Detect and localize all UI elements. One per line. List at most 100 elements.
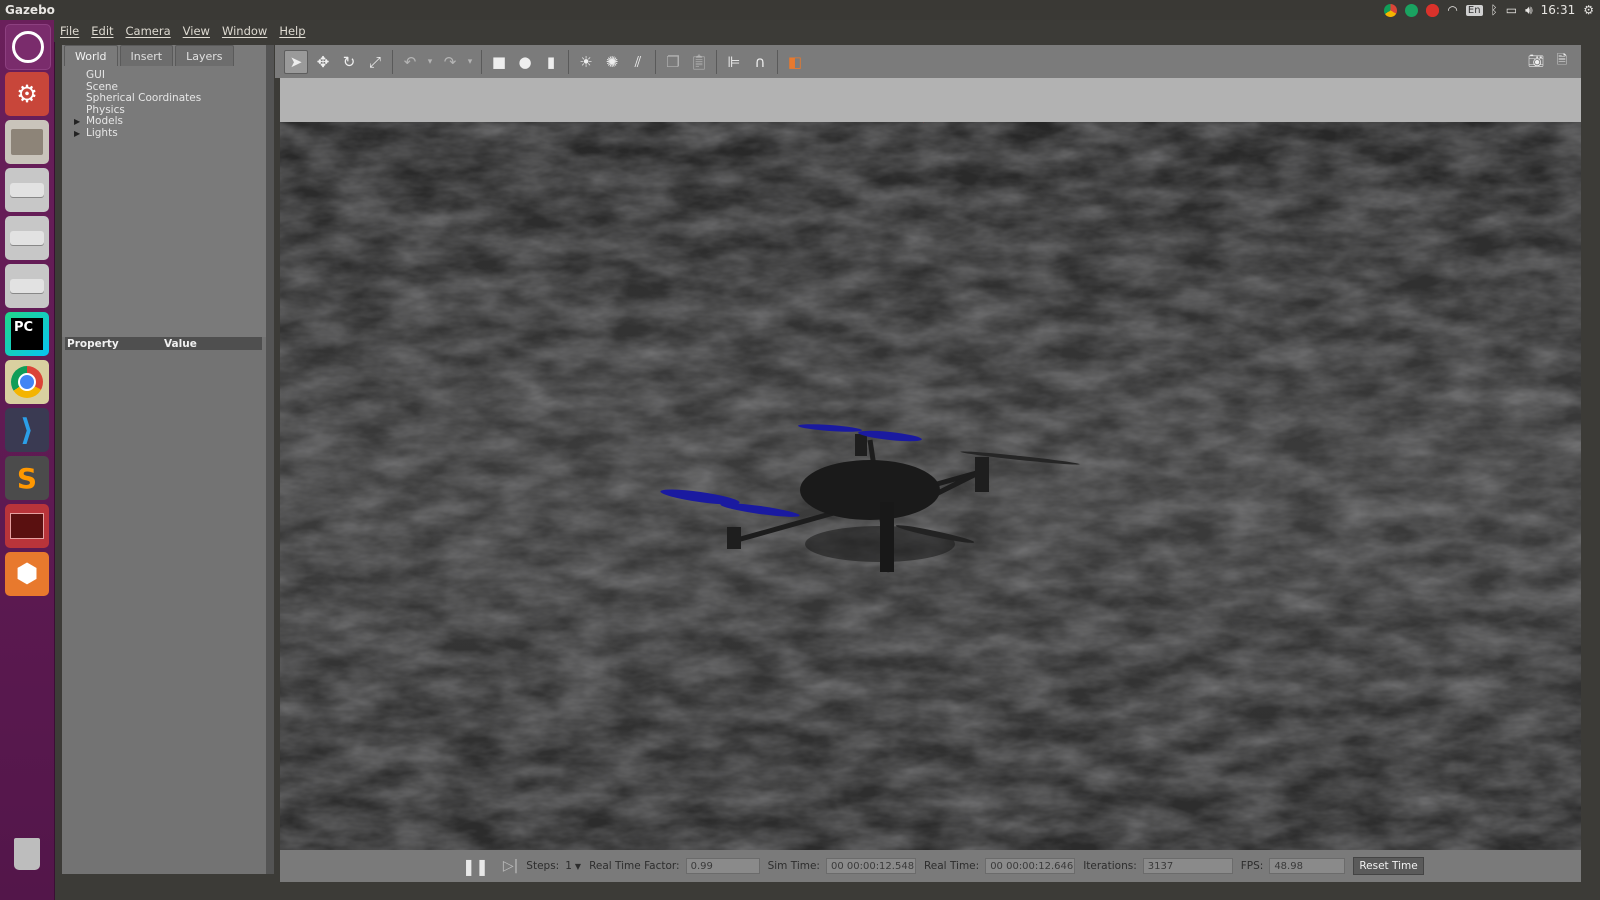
toolbar-separator (568, 49, 569, 74)
files-icon[interactable] (5, 120, 49, 164)
left-panel: World Insert Layers GUI Scene Spherical … (62, 45, 266, 874)
toolbar-separator (777, 49, 778, 74)
chrome-tray-icon[interactable] (1384, 3, 1398, 17)
tab-world[interactable]: World (64, 45, 118, 66)
reset-time-button[interactable]: Reset Time (1353, 857, 1424, 875)
snap-magnet-icon[interactable]: ∩ (749, 51, 771, 73)
menu-file[interactable]: File (60, 24, 79, 38)
undo-icon[interactable]: ↶ (399, 51, 421, 73)
pycharm-icon[interactable]: PC (5, 312, 49, 356)
sphere-shape-icon[interactable]: ● (514, 51, 536, 73)
expand-arrow-icon[interactable]: ▶ (74, 128, 80, 140)
steps-dropdown-icon[interactable]: ▼ (575, 862, 581, 871)
scene-toolbar: ➤ ✥ ↻ ⤢ ↶ ▾ ↷ ▾ ■ ● ▮ ☀ ✺ ⫽ ❐ 📋︎ ⊫ ∩ ◧ 📷… (275, 45, 1581, 78)
time-panel: ❚❚ ▷| Steps: 1 ▼ Real Time Factor: 0.99 … (280, 850, 1581, 882)
window-right-edge (1581, 45, 1600, 900)
expand-arrow-icon[interactable]: ▶ (74, 116, 80, 128)
panel-tabs: World Insert Layers (62, 45, 234, 67)
pause-icon[interactable]: ❚❚ (462, 857, 489, 876)
log-record-icon[interactable]: 🗎 (1551, 51, 1573, 73)
redo-dropdown-icon[interactable]: ▾ (465, 51, 475, 73)
tree-item-lights[interactable]: ▶ Lights (72, 126, 201, 140)
iterations-label: Iterations: (1083, 860, 1137, 872)
real-time-factor-value: 0.99 (685, 858, 760, 874)
tab-insert[interactable]: Insert (119, 45, 174, 66)
property-column-header[interactable]: Property (65, 338, 164, 350)
menu-window[interactable]: Window (222, 24, 267, 38)
fps-value: 48.98 (1269, 858, 1346, 874)
steps-label: Steps: (526, 860, 560, 872)
ubuntu-dash-icon[interactable] (5, 24, 51, 70)
tree-item-label: Models (86, 115, 123, 127)
sim-time-label: Sim Time: (767, 860, 820, 872)
property-table-header: Property Value (65, 337, 262, 350)
window-title: Gazebo (5, 3, 55, 17)
package-icon[interactable]: ⬢ (5, 552, 49, 596)
battery-icon[interactable]: ▭ (1506, 3, 1517, 17)
real-time-value: 00 00:00:12.646 (985, 858, 1076, 874)
scale-mode-icon[interactable]: ⤢ (364, 51, 386, 73)
tree-item-label: Lights (86, 126, 118, 139)
keyboard-layout-indicator[interactable]: En (1465, 4, 1483, 16)
horizon-sky (280, 78, 1581, 122)
undo-dropdown-icon[interactable]: ▾ (425, 51, 435, 73)
toolbar-separator (481, 49, 482, 74)
toolbar-separator (655, 49, 656, 74)
directional-light-icon[interactable]: ⫽ (627, 51, 649, 73)
iterations-value: 3137 (1142, 858, 1233, 874)
trash-icon[interactable] (5, 832, 49, 876)
system-tray: ◠ En ᛒ ▭ 🔊︎ 16:31 ⚙ (1384, 0, 1594, 20)
wifi-icon[interactable]: ◠ (1447, 3, 1457, 17)
tree-item-spherical-coordinates[interactable]: Spherical Coordinates (72, 92, 201, 105)
system-top-bar: Gazebo ◠ En ᛒ ▭ 🔊︎ 16:31 ⚙ (0, 0, 1600, 21)
terminal-icon[interactable] (5, 504, 49, 548)
clock[interactable]: 16:31 (1541, 3, 1576, 17)
chat-tray-icon[interactable] (1405, 3, 1419, 17)
sim-time-value: 00 00:00:12.548 (825, 858, 916, 874)
select-mode-arrow-icon[interactable]: ➤ (284, 49, 308, 74)
paste-icon[interactable]: 📋︎ (688, 51, 710, 73)
tree-item-gui[interactable]: GUI (72, 69, 201, 82)
align-icon[interactable]: ⊫ (723, 51, 745, 73)
real-time-label: Real Time: (923, 860, 980, 872)
blocked-tray-icon[interactable] (1426, 3, 1440, 17)
bluetooth-icon[interactable]: ᛒ (1491, 3, 1498, 17)
menu-view[interactable]: View (183, 24, 210, 38)
rotate-mode-icon[interactable]: ↻ (338, 51, 360, 73)
scene-viewport[interactable] (280, 122, 1581, 850)
screenshot-camera-icon[interactable]: 📷︎ (1525, 51, 1547, 73)
volume-icon[interactable]: 🔊︎ (1525, 3, 1533, 18)
toolbar-separator (716, 49, 717, 74)
ground-drone-render (280, 122, 1581, 850)
cylinder-shape-icon[interactable]: ▮ (540, 51, 562, 73)
value-column-header[interactable]: Value (164, 338, 197, 350)
settings-gear-icon[interactable]: ⚙ (1583, 3, 1594, 17)
box-shape-icon[interactable]: ■ (488, 51, 510, 73)
step-icon[interactable]: ▷| (503, 858, 518, 874)
redo-icon[interactable]: ↷ (439, 51, 461, 73)
spot-light-icon[interactable]: ✺ (601, 51, 623, 73)
copy-icon[interactable]: ❐ (662, 51, 684, 73)
menu-help[interactable]: Help (279, 24, 305, 38)
translate-mode-icon[interactable]: ✥ (312, 51, 334, 73)
panel-splitter[interactable] (266, 45, 274, 874)
toolbar-separator (392, 49, 393, 74)
real-time-factor-label: Real Time Factor: (589, 860, 680, 872)
menu-camera[interactable]: Camera (126, 24, 171, 38)
change-view-icon[interactable]: ◧ (784, 51, 806, 73)
drive-icon[interactable] (5, 264, 49, 308)
world-tree: GUI Scene Spherical Coordinates Physics … (72, 69, 201, 140)
unity-launcher: ⚙ PC ⟩ S ⬢ (0, 20, 55, 900)
fps-label: FPS: (1240, 860, 1264, 872)
vscode-icon[interactable]: ⟩ (5, 408, 49, 452)
sublime-icon[interactable]: S (5, 456, 49, 500)
tab-layers[interactable]: Layers (175, 45, 234, 66)
chrome-icon[interactable] (5, 360, 49, 404)
drive-icon[interactable] (5, 216, 49, 260)
system-settings-icon[interactable]: ⚙ (5, 72, 49, 116)
point-light-icon[interactable]: ☀ (575, 51, 597, 73)
menu-edit[interactable]: Edit (91, 24, 113, 38)
steps-value[interactable]: 1 (565, 860, 572, 872)
property-table: Property Value (62, 337, 266, 874)
drive-icon[interactable] (5, 168, 49, 212)
